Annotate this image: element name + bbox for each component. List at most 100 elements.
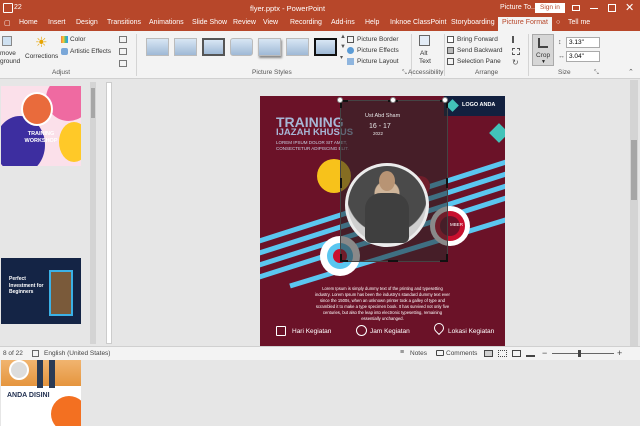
artistic-effects-button[interactable]: Artistic Effects [61,47,116,57]
send-backward-button[interactable]: Send Backward [447,46,507,56]
body-text: industry. Lorem Ipsum has been the indus… [315,292,450,297]
crop-handle-left[interactable] [340,178,342,188]
tab-insert[interactable]: Insert [48,19,66,26]
slide-sorter-icon[interactable] [498,350,507,357]
picture-style-3[interactable] [202,38,225,56]
width-input[interactable] [566,51,600,62]
minimize-icon[interactable] [590,8,598,9]
resize-handle-top-left[interactable] [337,97,343,103]
tab-slide-show[interactable]: Slide Show [192,19,227,26]
resize-handle-top[interactable] [390,97,396,103]
notes-icon: ≡ [400,349,405,356]
tab-review[interactable]: Review [233,19,256,26]
spellcheck-icon[interactable] [32,350,39,357]
picture-style-6[interactable] [286,38,309,56]
scrollbar-thumb[interactable] [631,140,637,200]
canvas-scrollbar[interactable] [630,80,638,346]
picture-styles-launcher-icon[interactable]: ⤡ [402,70,407,77]
compress-pictures-icon[interactable] [119,36,127,43]
group-icon[interactable] [512,48,520,55]
gallery-scroll-up-icon[interactable]: ▲ [340,34,346,40]
picture-style-4[interactable] [230,38,253,56]
scrollbar-thumb[interactable] [91,88,95,118]
tab-view[interactable]: View [263,19,278,26]
picture-effects-label: Picture Effects [357,47,399,54]
zoom-in-icon[interactable]: + [617,348,622,358]
reading-view-icon[interactable] [512,350,521,357]
zoom-slider-thumb[interactable] [578,350,581,357]
tab-inknoe-classpoint[interactable]: Inknoe ClassPoint [390,19,446,26]
ribbon-display-icon[interactable] [572,5,580,11]
thumbnails-scrollbar[interactable] [90,82,96,344]
thumbnail-photo [21,92,53,126]
tab-transitions[interactable]: Transitions [107,19,141,26]
collapse-ribbon-icon[interactable]: ⌃ [628,68,634,76]
color-button[interactable]: Color [61,35,111,45]
crop-handle-bottom-right[interactable] [440,254,448,262]
tab-recording[interactable]: Recording [290,19,322,26]
selection-pane-icon [447,58,454,65]
gallery-more-icon[interactable]: ▾ [340,54,343,61]
picture-effects-button[interactable]: Picture Effects [347,46,409,56]
width-icon: ↔ [558,53,565,60]
person-body [365,193,409,243]
comments-button[interactable]: Comments [446,350,477,357]
quick-access-save-icon[interactable] [3,3,13,13]
cropped-picture[interactable]: Ust Abd Sham 16 - 17 2022 [340,100,448,262]
crop-handle-right[interactable] [446,178,448,188]
person-head [379,171,395,191]
reset-picture-icon[interactable] [119,60,127,67]
footer-location: Lokasi Kegiatan [448,328,495,335]
tab-file[interactable]: ▢ [4,19,11,27]
size-launcher-icon[interactable]: ⤡ [594,70,599,77]
tab-design[interactable]: Design [76,19,98,26]
bring-forward-icon [447,36,454,43]
tab-picture-format[interactable]: Picture Format [498,17,552,31]
selection-pane-button[interactable]: Selection Pane [447,57,507,67]
notes-button[interactable]: Notes [410,350,427,357]
slide-thumbnail[interactable]: Perfect Investment for Beginners [1,258,81,324]
bring-forward-button[interactable]: Bring Forward [447,35,507,45]
height-input[interactable] [566,37,600,48]
height-icon: ↕ [558,39,562,46]
zoom-slider[interactable] [552,350,614,357]
thumbnail-title: TRAINING WORKSHOP [24,131,58,144]
align-icon[interactable] [512,36,520,43]
sign-in-button[interactable]: Sign in [535,3,565,13]
corrections-button[interactable]: ☀ Corrections [24,34,60,66]
tab-help[interactable]: Help [365,19,379,26]
crop-handle-bottom[interactable] [388,260,398,262]
picture-style-5[interactable] [258,38,281,56]
lightbulb-icon: ○ [556,19,561,26]
ribbon-picture-format: move ground ☀ Corrections Color Artistic… [0,31,640,79]
maximize-icon[interactable] [608,4,616,12]
tell-me-search[interactable]: Tell me [568,19,590,26]
picture-border-button[interactable]: Picture Border [347,35,409,45]
picture-layout-button[interactable]: Picture Layout [347,57,409,67]
slideshow-icon[interactable] [526,350,535,357]
tab-add-ins[interactable]: Add-ins [331,19,355,26]
resize-handle-top-right[interactable] [442,97,448,103]
normal-view-icon[interactable] [484,350,493,357]
thumbnail-accent [51,396,81,426]
tab-animations[interactable]: Animations [149,19,184,26]
tab-storyboarding[interactable]: Storyboarding [451,19,495,26]
crop-button[interactable]: Crop ▼ [532,34,554,66]
alt-text-button[interactable]: Alt Text [414,34,436,66]
slide-thumbnail[interactable]: TRAINING WORKSHOP [1,86,81,166]
zoom-out-icon[interactable]: − [542,348,547,358]
picture-style-2[interactable] [174,38,197,56]
picture-style-1[interactable] [146,38,169,56]
gallery-scroll-down-icon[interactable]: ▼ [340,44,346,50]
picture-style-7[interactable] [314,38,337,56]
close-icon[interactable]: ✕ [625,1,634,14]
tab-home[interactable]: Home [19,19,38,26]
status-bar: 8 of 22 English (United States) ≡ Notes … [0,346,640,360]
alt-text-icon [419,35,430,46]
picture-styles-gallery[interactable] [140,31,340,67]
crop-handle-bottom-left[interactable] [340,254,348,262]
language-status[interactable]: English (United States) [44,350,110,357]
remove-background-button[interactable]: move ground [0,34,22,66]
change-picture-icon[interactable] [119,48,127,55]
rotate-icon[interactable]: ↻ [512,58,519,67]
